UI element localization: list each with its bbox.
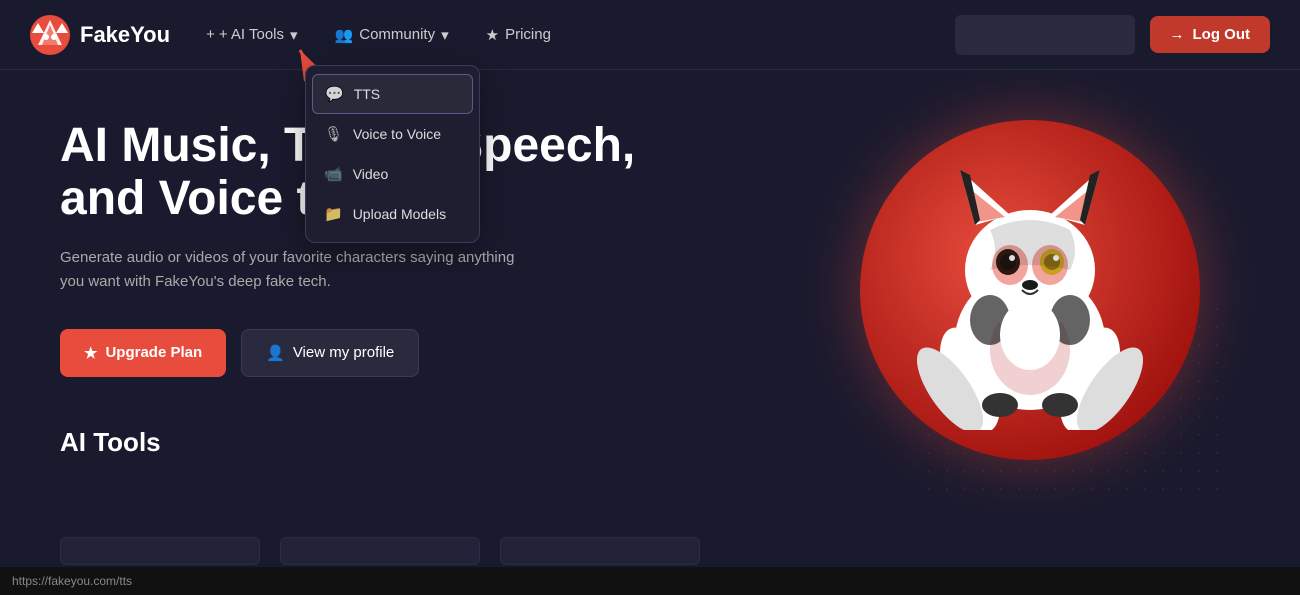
upgrade-plan-button[interactable]: ★ Upgrade Plan [60, 329, 226, 377]
navbar: FakeYou + + AI Tools ▾ 👥 Community ▾ ★ P… [0, 0, 1300, 70]
logo-text: FakeYou [80, 22, 170, 48]
dropdown-item-voice-to-voice[interactable]: 🎙 Voice to Voice [306, 114, 479, 154]
community-chevron-icon: ▾ [441, 26, 449, 44]
view-profile-label: View my profile [293, 344, 394, 361]
tool-card-1[interactable] [60, 537, 260, 565]
user-icon: 👤 [266, 344, 285, 362]
tool-card-2[interactable] [280, 537, 480, 565]
ai-tools-section: AI Tools [60, 427, 680, 458]
dropdown-item-tts[interactable]: 💬 TTS [312, 74, 473, 114]
view-profile-button[interactable]: 👤 View my profile [241, 329, 419, 377]
voice-to-voice-icon: 🎙 [324, 125, 343, 143]
hero-buttons: ★ Upgrade Plan 👤 View my profile [60, 329, 680, 377]
hero-image [840, 80, 1220, 500]
community-icon: 👥 [335, 26, 354, 44]
tts-label: TTS [354, 86, 380, 102]
statusbar: https://fakeyou.com/tts [0, 567, 1300, 595]
upload-models-label: Upload Models [353, 206, 446, 222]
plus-icon: + [206, 26, 215, 43]
dropdown-item-upload-models[interactable]: 📁 Upload Models [306, 194, 479, 234]
ai-tools-title: AI Tools [60, 427, 680, 458]
video-icon: 📹 [324, 165, 343, 183]
dropdown-item-video[interactable]: 📹 Video [306, 154, 479, 194]
upgrade-star-icon: ★ [84, 344, 97, 362]
upgrade-plan-label: Upgrade Plan [105, 344, 202, 361]
logout-label: Log Out [1193, 26, 1250, 43]
chevron-down-icon: ▾ [290, 26, 298, 44]
nav-right: → Log Out [955, 15, 1270, 55]
hero-subtitle: Generate audio or videos of your favorit… [60, 246, 540, 294]
tool-card-3[interactable] [500, 537, 700, 565]
pricing-star-icon: ★ [486, 26, 499, 44]
logout-button[interactable]: → Log Out [1150, 16, 1270, 53]
tool-cards [60, 537, 700, 565]
ai-tools-dropdown: 💬 TTS 🎙 Voice to Voice 📹 Video 📁 Upload … [305, 65, 480, 243]
nav-items: + + AI Tools ▾ 👥 Community ▾ ★ Pricing [190, 18, 954, 52]
hero-section: AI Music, Text to Speech, and Voice to v… [0, 70, 1300, 595]
ai-tools-label: + AI Tools [219, 26, 284, 43]
search-box[interactable] [955, 15, 1135, 55]
logo[interactable]: FakeYou [30, 15, 170, 55]
fox-circle [860, 120, 1200, 460]
video-label: Video [353, 166, 389, 182]
community-nav-button[interactable]: 👥 Community ▾ [319, 18, 465, 52]
tts-icon: 💬 [325, 85, 344, 103]
logout-icon: → [1170, 26, 1185, 43]
ai-tools-nav-button[interactable]: + + AI Tools ▾ [190, 18, 313, 52]
pricing-nav-button[interactable]: ★ Pricing [470, 18, 567, 52]
upload-icon: 📁 [324, 205, 343, 223]
community-label: Community [359, 26, 435, 43]
fox-illustration [890, 150, 1170, 430]
logo-icon [30, 15, 70, 55]
statusbar-url: https://fakeyou.com/tts [12, 574, 132, 588]
voice-to-voice-label: Voice to Voice [353, 126, 441, 142]
pricing-label: Pricing [505, 26, 551, 43]
